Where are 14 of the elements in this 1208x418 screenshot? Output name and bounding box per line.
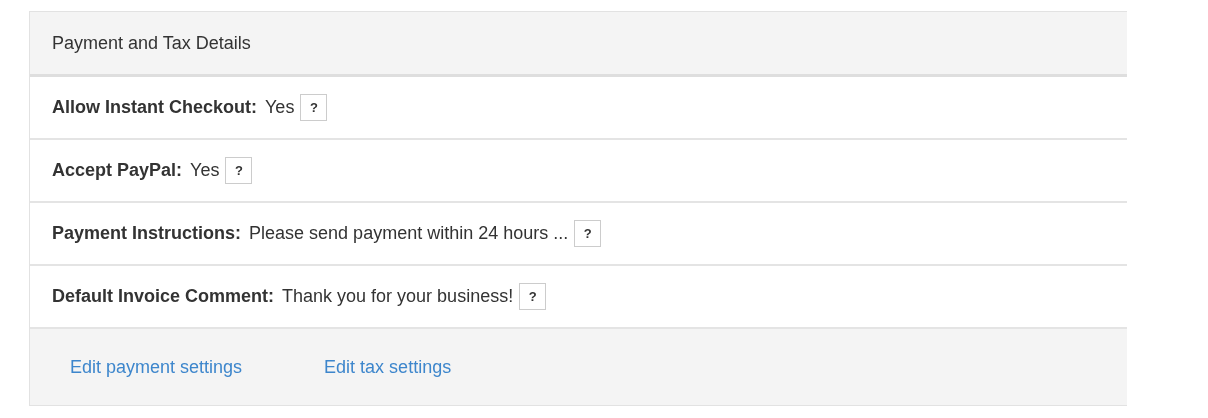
setting-value: Please send payment within 24 hours ... (249, 223, 569, 244)
edit-link[interactable]: Edit payment settings (70, 356, 243, 378)
setting-value: Yes (265, 97, 295, 118)
panel-header: Payment and Tax Details (30, 12, 1127, 77)
setting-label: Payment Instructions: (52, 223, 242, 244)
setting-value: Yes (190, 160, 220, 181)
setting-value: Thank you for your business! (282, 286, 514, 307)
help-button[interactable]: ? (519, 283, 547, 310)
setting-label: Accept PayPal: (52, 160, 183, 181)
help-button[interactable]: ? (574, 220, 602, 247)
help-button[interactable]: ? (225, 157, 253, 184)
setting-label: Default Invoice Comment: (52, 286, 275, 307)
setting-label: Allow Instant Checkout: (52, 97, 257, 118)
help-button[interactable]: ? (300, 94, 328, 121)
